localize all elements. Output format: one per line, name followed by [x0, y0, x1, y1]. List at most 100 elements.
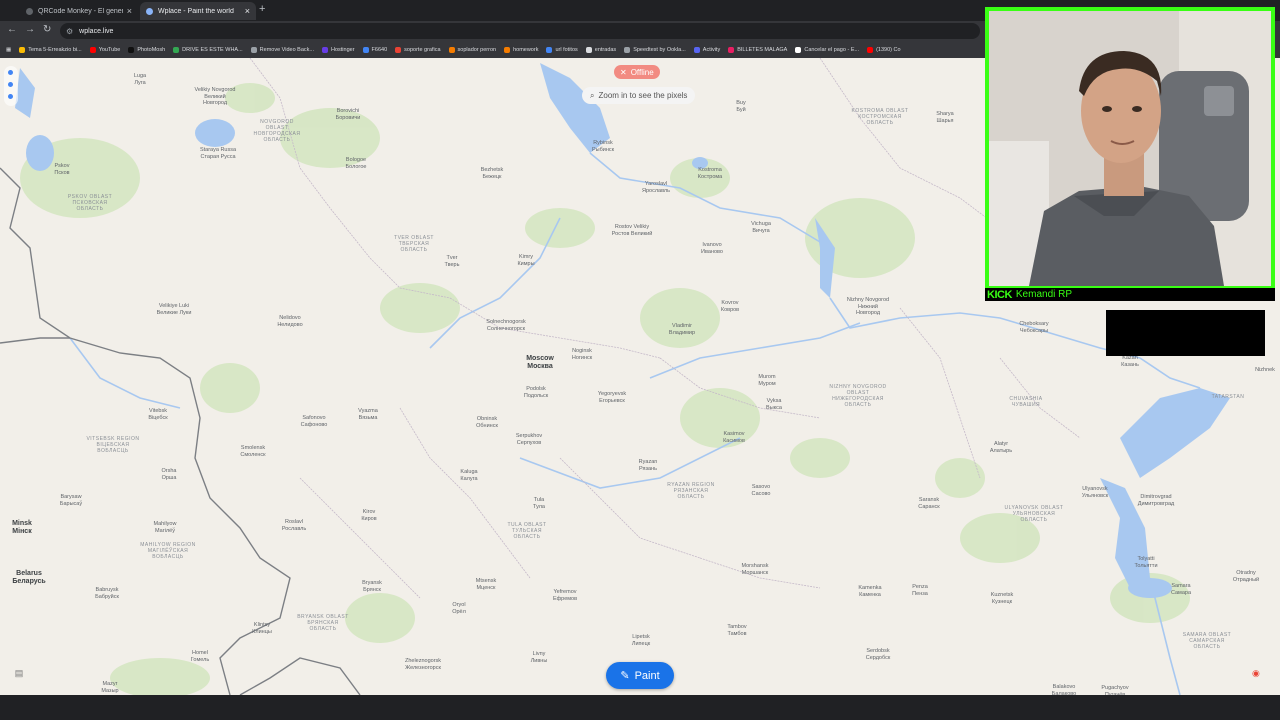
- city-label[interactable]: Alatyr Алатырь: [990, 441, 1012, 454]
- bookmark-item[interactable]: Speedtest by Ookla...: [624, 46, 686, 53]
- bookmark-item[interactable]: Cancelar el pago - E...: [795, 46, 859, 53]
- layers-icon[interactable]: ▤: [12, 668, 26, 682]
- bookmark-item[interactable]: BILLETES MALAGA: [728, 46, 787, 53]
- city-label[interactable]: Penza Пенза: [912, 584, 928, 597]
- city-label[interactable]: Nelidovo Нелидово: [277, 315, 302, 328]
- bookmark-item[interactable]: Remove Video Back...: [250, 46, 314, 53]
- zoom-out-icon[interactable]: [8, 82, 13, 87]
- city-label[interactable]: Obninsk Обнинск: [476, 416, 498, 429]
- city-label[interactable]: Buy Буй: [736, 100, 745, 113]
- city-label[interactable]: Pugachyov Пугачёв: [1101, 685, 1128, 695]
- bookmark-item[interactable]: F6640: [362, 46, 387, 53]
- bookmark-item[interactable]: YouTube: [89, 46, 120, 53]
- city-label[interactable]: Vichuga Вичуга: [751, 221, 771, 234]
- city-label[interactable]: Mtsensk Мценск: [476, 578, 496, 591]
- forward-icon[interactable]: →: [25, 24, 35, 35]
- city-label[interactable]: Klintsy Клинцы: [252, 622, 272, 635]
- bookmark-item[interactable]: (1390) Co: [867, 46, 901, 53]
- new-tab-icon[interactable]: +: [259, 3, 265, 15]
- city-label[interactable]: Kuznetsk Кузнецк: [991, 592, 1014, 605]
- city-label[interactable]: Sasovo Сасово: [752, 484, 771, 497]
- reload-icon[interactable]: ↻: [43, 24, 51, 35]
- city-label[interactable]: Velikiye Luki Великие Луки: [157, 303, 192, 316]
- city-label[interactable]: Podolsk Подольск: [524, 386, 548, 399]
- city-label[interactable]: Zheleznogorsk Железногорск: [405, 658, 441, 671]
- site-info-icon[interactable]: ⚙: [66, 27, 73, 36]
- paint-button[interactable]: ✎ Paint: [606, 662, 674, 689]
- city-label[interactable]: Pskov Псков: [54, 163, 69, 176]
- bookmark-item[interactable]: soporte grafica: [395, 46, 441, 53]
- tab-qrcode-monkey[interactable]: QRCode Monkey - El generad... ×: [20, 2, 138, 20]
- city-label[interactable]: Kamenka Каменка: [858, 585, 881, 598]
- city-label[interactable]: Balakovo Балаково: [1052, 684, 1076, 695]
- city-label[interactable]: Mazyr Мазыр: [101, 681, 118, 694]
- bookmark-item[interactable]: Tema 5-Erreakzio bi...: [19, 46, 82, 53]
- city-label[interactable]: Solnechnogorsk Солнечногорск: [486, 319, 525, 332]
- city-label-moscow[interactable]: Moscow Москва: [526, 355, 554, 371]
- city-label[interactable]: Saransk Саранск: [918, 497, 939, 510]
- city-label[interactable]: Nizhnek: [1255, 367, 1275, 374]
- city-label[interactable]: Bryansk Брянск: [362, 580, 382, 593]
- city-label[interactable]: Ryazan Рязань: [639, 459, 658, 472]
- city-label[interactable]: Vladimir Владимир: [669, 323, 695, 336]
- bookmark-item[interactable]: entradas: [585, 46, 616, 53]
- city-label[interactable]: Kirov Киров: [361, 509, 376, 522]
- close-tab-icon[interactable]: ×: [245, 6, 250, 16]
- bookmark-item[interactable]: url fotitos: [546, 46, 578, 53]
- city-label[interactable]: Babruysk Бабруйск: [95, 587, 119, 600]
- locate-icon[interactable]: [8, 94, 13, 99]
- bookmark-item[interactable]: DRIVE ES ESTE WHA...: [173, 46, 243, 53]
- city-label[interactable]: Borovichi Боровичи: [336, 108, 361, 121]
- bookmark-item[interactable]: PhotoMosh: [128, 46, 165, 53]
- city-label[interactable]: Yaroslavl Ярославль: [642, 181, 670, 194]
- city-label[interactable]: Roslavl Рославль: [282, 519, 306, 532]
- city-label[interactable]: Orsha Орша: [162, 468, 177, 481]
- zoom-in-icon[interactable]: [8, 70, 13, 75]
- city-label[interactable]: Barysaw Барысаў: [60, 494, 82, 507]
- city-label[interactable]: Vyazma Вязьма: [358, 408, 378, 421]
- city-label[interactable]: Bologoe Бологое: [346, 157, 367, 170]
- city-label[interactable]: Minsk Мінск: [12, 520, 32, 536]
- city-label[interactable]: Staraya Russa Старая Русса: [200, 147, 236, 160]
- url-input[interactable]: ⚙ wplace.live: [60, 23, 980, 39]
- bookmark-item[interactable]: homework: [504, 46, 538, 53]
- city-label[interactable]: Morshansk Моршанск: [742, 563, 769, 576]
- close-tab-icon[interactable]: ×: [127, 6, 132, 16]
- city-label[interactable]: Homel Гомель: [191, 650, 209, 663]
- city-label[interactable]: Kostroma Кострома: [698, 167, 723, 180]
- city-label[interactable]: Serpukhov Серпухов: [516, 433, 542, 446]
- city-label[interactable]: Nizhny Novgorod Нижний Новгород: [847, 297, 889, 317]
- city-label[interactable]: Murom Муром: [758, 374, 775, 387]
- city-label[interactable]: Serdobsk Сердобск: [866, 648, 890, 661]
- city-label[interactable]: Kazan Казань: [1121, 355, 1139, 368]
- city-label[interactable]: Tambov Тамбов: [727, 624, 746, 637]
- city-label[interactable]: Noginsk Ногинск: [572, 348, 592, 361]
- city-label[interactable]: Tver Тверь: [445, 255, 460, 268]
- city-label[interactable]: Kimry Кимры: [517, 254, 534, 267]
- city-label[interactable]: Samara Самара: [1171, 583, 1191, 596]
- city-label[interactable]: Mahilyow Магілёў: [154, 521, 177, 534]
- city-label[interactable]: Rostov Velikiy Ростов Великий: [612, 224, 653, 237]
- city-label[interactable]: Cheboksary Чебоксары: [1019, 321, 1048, 334]
- location-pin-icon[interactable]: ◉: [1252, 668, 1260, 679]
- city-label[interactable]: Luga Луга: [134, 73, 146, 86]
- city-label[interactable]: Tula Тула: [533, 497, 545, 510]
- bookmark-item[interactable]: Activity: [693, 46, 720, 53]
- city-label[interactable]: Dimitrovgrad Димитровград: [1138, 494, 1175, 507]
- city-label[interactable]: Vyksa Выкса: [766, 398, 782, 411]
- city-label[interactable]: Smolensk Смоленск: [240, 445, 265, 458]
- tab-wplace[interactable]: Wplace - Paint the world ×: [140, 2, 256, 20]
- city-label[interactable]: Oryol Орёл: [452, 602, 466, 615]
- city-label[interactable]: Bezhetsk Бежецк: [481, 167, 504, 180]
- city-label[interactable]: Otradny Отрадный: [1233, 570, 1259, 583]
- city-label[interactable]: Kasimov Касимов: [723, 431, 745, 444]
- city-label[interactable]: Rybinsk Рыбинск: [592, 140, 614, 153]
- city-label[interactable]: Velikiy Novgorod Великий Новгород: [195, 87, 236, 107]
- city-label[interactable]: Kovrov Ковров: [721, 300, 739, 313]
- city-label[interactable]: Vitebsk Вiцебск: [148, 408, 167, 421]
- city-label[interactable]: Ulyanovsk Ульяновск: [1082, 486, 1108, 499]
- city-label[interactable]: Yegoryevsk Егорьевск: [598, 391, 626, 404]
- city-label[interactable]: Sharya Шарья: [936, 111, 953, 124]
- bookmark-item[interactable]: Hostinger: [322, 46, 355, 53]
- bookmark-item[interactable]: soplador perron: [448, 46, 496, 53]
